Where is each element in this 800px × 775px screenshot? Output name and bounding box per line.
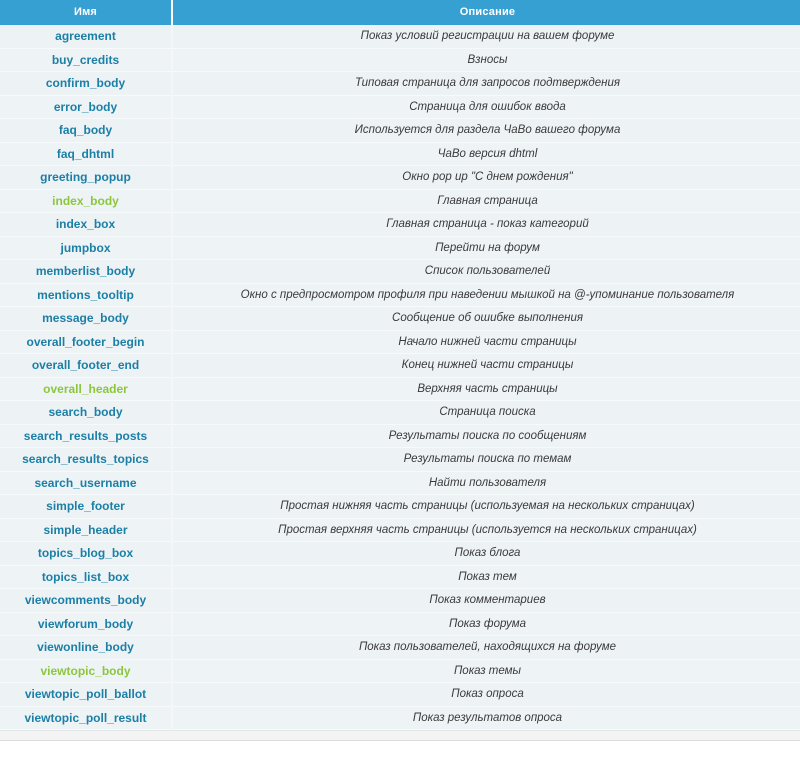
table-header-row: Имя Описание xyxy=(0,0,800,25)
template-name-link[interactable]: index_box xyxy=(0,212,173,237)
table-row: greeting_popup Окно pop up "С днем рожден… xyxy=(0,165,800,190)
template-description: Найти пользователя xyxy=(172,471,800,495)
table-footer-strip xyxy=(0,730,800,741)
template-name-link[interactable]: message_body xyxy=(0,306,173,331)
table-row: topics_list_box Показ тем xyxy=(0,565,800,589)
table-row: viewtopic_poll_ballot Показ опроса xyxy=(0,682,800,707)
table-row: faq_body Используется для раздела ЧаВо ва… xyxy=(0,118,800,143)
table-row: search_results_posts Результаты поиска по… xyxy=(0,424,800,448)
table-row: index_box Главная страница - показ катего… xyxy=(0,212,800,237)
template-description: Используется для раздела ЧаВо вашего фор… xyxy=(172,118,800,143)
template-name-link[interactable]: memberlist_body xyxy=(0,259,173,284)
template-name-link[interactable]: viewcomments_body xyxy=(0,588,173,613)
template-name-link[interactable]: jumpbox xyxy=(0,236,173,260)
template-description: Показ форума xyxy=(172,612,800,636)
template-description: Результаты поиска по сообщениям xyxy=(172,424,800,448)
template-name-link[interactable]: viewtopic_poll_ballot xyxy=(0,682,173,707)
template-description: ЧаВо версия dhtml xyxy=(172,142,800,166)
template-name-link[interactable]: search_results_posts xyxy=(0,424,173,448)
template-name-link[interactable]: overall_header xyxy=(0,377,173,401)
template-description: Перейти на форум xyxy=(172,236,800,260)
table-row: topics_blog_box Показ блога xyxy=(0,541,800,566)
template-description: Страница поиска xyxy=(172,400,800,425)
table-row: search_results_topics Результаты поиска п… xyxy=(0,447,800,472)
template-description: Показ условий регистрации на вашем форум… xyxy=(172,25,800,49)
template-name-link[interactable]: simple_header xyxy=(0,518,173,542)
template-description: Показ темы xyxy=(172,659,800,683)
table-row: search_username Найти пользователя xyxy=(0,471,800,495)
template-description: Окно pop up "С днем рождения" xyxy=(172,165,800,190)
template-description: Показ блога xyxy=(172,541,800,566)
template-description: Верхняя часть страницы xyxy=(172,377,800,401)
table-row: viewonline_body Показ пользователей, нахо… xyxy=(0,635,800,660)
template-description: Сообщение об ошибке выполнения xyxy=(172,306,800,331)
template-description: Взносы xyxy=(172,48,800,72)
page-blank-area xyxy=(0,741,800,775)
column-header-name[interactable]: Имя xyxy=(0,0,173,25)
template-description: Показ результатов опроса xyxy=(172,706,800,730)
template-name-link[interactable]: index_body xyxy=(0,189,173,213)
table-row: error_body Страница для ошибок ввода xyxy=(0,95,800,119)
template-description: Простая нижняя часть страницы (используе… xyxy=(172,494,800,519)
table-row: mentions_tooltip Окно с предпросмотром пр… xyxy=(0,283,800,307)
table-row: agreement Показ условий регистрации на ва… xyxy=(0,25,800,49)
table-row: faq_dhtml ЧаВо версия dhtml xyxy=(0,142,800,166)
template-description: Главная страница xyxy=(172,189,800,213)
template-description: Результаты поиска по темам xyxy=(172,447,800,472)
template-name-link[interactable]: mentions_tooltip xyxy=(0,283,173,307)
table-row: memberlist_body Список пользователей xyxy=(0,259,800,284)
table-row: viewforum_body Показ форума xyxy=(0,612,800,636)
table-row: index_body Главная страница xyxy=(0,189,800,213)
template-name-link[interactable]: viewforum_body xyxy=(0,612,173,636)
template-description: Показ комментариев xyxy=(172,588,800,613)
table-row: viewcomments_body Показ комментариев xyxy=(0,588,800,613)
table-row: viewtopic_poll_result Показ результатов о… xyxy=(0,706,800,730)
template-name-link[interactable]: viewtopic_body xyxy=(0,659,173,683)
table-row: jumpbox Перейти на форум xyxy=(0,236,800,260)
template-name-link[interactable]: greeting_popup xyxy=(0,165,173,190)
template-name-link[interactable]: overall_footer_end xyxy=(0,353,173,378)
template-description: Страница для ошибок ввода xyxy=(172,95,800,119)
template-name-link[interactable]: faq_body xyxy=(0,118,173,143)
template-description: Список пользователей xyxy=(172,259,800,284)
template-name-link[interactable]: viewtopic_poll_result xyxy=(0,706,173,730)
table-row: simple_header Простая верхняя часть стран… xyxy=(0,518,800,542)
template-name-link[interactable]: error_body xyxy=(0,95,173,119)
template-name-link[interactable]: confirm_body xyxy=(0,71,173,96)
table-row: search_body Страница поиска xyxy=(0,400,800,425)
template-name-link[interactable]: topics_list_box xyxy=(0,565,173,589)
template-description: Простая верхняя часть страницы (использу… xyxy=(172,518,800,542)
table-header: Имя Описание xyxy=(0,0,800,25)
template-name-link[interactable]: search_body xyxy=(0,400,173,425)
template-name-link[interactable]: search_results_topics xyxy=(0,447,173,472)
table-body: agreement Показ условий регистрации на ва… xyxy=(0,25,800,730)
table-row: message_body Сообщение об ошибке выполнен… xyxy=(0,306,800,331)
template-name-link[interactable]: simple_footer xyxy=(0,494,173,519)
template-name-link[interactable]: topics_blog_box xyxy=(0,541,173,566)
column-header-description[interactable]: Описание xyxy=(172,0,800,25)
table-row: overall_footer_begin Начало нижней части … xyxy=(0,330,800,354)
table-row: simple_footer Простая нижняя часть страни… xyxy=(0,494,800,519)
table-row: confirm_body Типовая страница для запросо… xyxy=(0,71,800,96)
table-row: overall_header Верхняя часть страницы xyxy=(0,377,800,401)
templates-table: Имя Описание agreement Показ условий реги… xyxy=(0,0,800,730)
table-row: buy_credits Взносы xyxy=(0,48,800,72)
template-description: Показ опроса xyxy=(172,682,800,707)
template-description: Начало нижней части страницы xyxy=(172,330,800,354)
table-row: viewtopic_body Показ темы xyxy=(0,659,800,683)
template-description: Главная страница - показ категорий xyxy=(172,212,800,237)
template-name-link[interactable]: faq_dhtml xyxy=(0,142,173,166)
table-row: overall_footer_end Конец нижней части стр… xyxy=(0,353,800,378)
template-name-link[interactable]: overall_footer_begin xyxy=(0,330,173,354)
template-description: Типовая страница для запросов подтвержде… xyxy=(172,71,800,96)
template-description: Окно с предпросмотром профиля при наведе… xyxy=(172,283,800,307)
template-name-link[interactable]: search_username xyxy=(0,471,173,495)
template-name-link[interactable]: agreement xyxy=(0,25,173,49)
template-description: Конец нижней части страницы xyxy=(172,353,800,378)
template-description: Показ пользователей, находящихся на фору… xyxy=(172,635,800,660)
template-name-link[interactable]: viewonline_body xyxy=(0,635,173,660)
template-name-link[interactable]: buy_credits xyxy=(0,48,173,72)
template-description: Показ тем xyxy=(172,565,800,589)
